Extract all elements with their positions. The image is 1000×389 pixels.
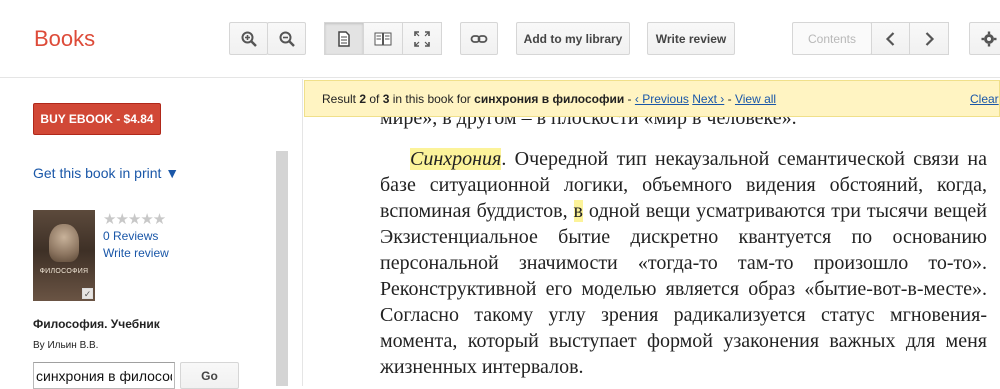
sidebar-scrollbar[interactable] <box>276 151 288 386</box>
app-title[interactable]: Books <box>34 26 95 52</box>
next-result-link[interactable]: Next › <box>692 92 724 106</box>
next-page-button[interactable] <box>909 22 949 55</box>
chevron-left-icon <box>885 31 894 46</box>
link-button[interactable] <box>460 22 498 55</box>
single-page-icon <box>338 30 350 47</box>
fullscreen-button[interactable] <box>402 22 442 55</box>
book-paragraph: Синхрония. Очередной тип некаузальной се… <box>380 146 987 380</box>
result-mid: in this book for <box>389 92 475 106</box>
previous-result-link[interactable]: ‹ Previous <box>635 92 689 106</box>
book-cover[interactable]: ФИЛОСОФИЯ ✓ <box>33 210 95 301</box>
clear-search-link[interactable]: Clear <box>970 92 999 106</box>
zoom-in-icon <box>241 31 257 47</box>
result-query: синхрония в философии <box>474 92 625 106</box>
result-prefix: Result <box>322 92 360 106</box>
book-title: Философия. Учебник <box>33 317 160 331</box>
result-separator: - <box>624 92 635 106</box>
settings-button[interactable] <box>969 22 1000 55</box>
view-all-link[interactable]: View all <box>735 92 776 106</box>
previous-page-button[interactable] <box>871 22 910 55</box>
book-author: By Ильин В.В. <box>33 340 99 351</box>
chevron-right-icon <box>925 31 935 46</box>
contents-button[interactable]: Contents <box>792 22 872 55</box>
reviews-link[interactable]: 0 Reviews <box>103 229 158 243</box>
cover-bust-image <box>49 224 79 262</box>
book-page: мире», в другом – в плоскости «мир в чел… <box>304 117 1000 386</box>
single-page-view-button[interactable] <box>324 22 364 55</box>
search-highlight-letter: в <box>573 200 583 222</box>
previous-line-text: мире», в другом – в плоскости «мир в чел… <box>380 117 797 129</box>
go-button[interactable]: Go <box>180 362 239 389</box>
search-result-bar: Result 2 of 3 in this book for синхрония… <box>304 80 1000 117</box>
two-page-icon <box>374 32 392 45</box>
result-separator-2: - <box>724 92 735 106</box>
zoom-out-icon <box>279 31 295 47</box>
buy-ebook-button[interactable]: BUY EBOOK - $4.84 <box>33 103 161 135</box>
book-sidebar: BUY EBOOK - $4.84 Get this book in print… <box>0 79 303 389</box>
write-review-button[interactable]: Write review <box>647 22 735 55</box>
result-of: of <box>366 92 383 106</box>
search-highlight: Синхрония <box>410 148 502 170</box>
fullscreen-icon <box>414 30 430 47</box>
paragraph-text-part2: одной вещи усматриваются три тысячи веще… <box>380 200 987 378</box>
checkbox-icon: ✓ <box>82 288 93 299</box>
search-in-book-input[interactable] <box>33 362 175 389</box>
add-to-library-button[interactable]: Add to my library <box>516 22 630 55</box>
cover-title: ФИЛОСОФИЯ <box>39 268 89 275</box>
top-toolbar: Books Add to my library Write review Con… <box>0 0 1000 78</box>
rating-stars[interactable]: ★★★★★ <box>103 210 166 228</box>
zoom-out-button[interactable] <box>267 22 306 55</box>
link-icon <box>470 34 488 43</box>
gear-icon <box>981 31 997 46</box>
two-page-view-button[interactable] <box>363 22 403 55</box>
result-summary: Result 2 of 3 in this book for синхрония… <box>322 92 776 106</box>
get-book-in-print-link[interactable]: Get this book in print ▼ <box>33 165 179 181</box>
zoom-in-button[interactable] <box>229 22 268 55</box>
write-review-link[interactable]: Write review <box>103 246 169 260</box>
